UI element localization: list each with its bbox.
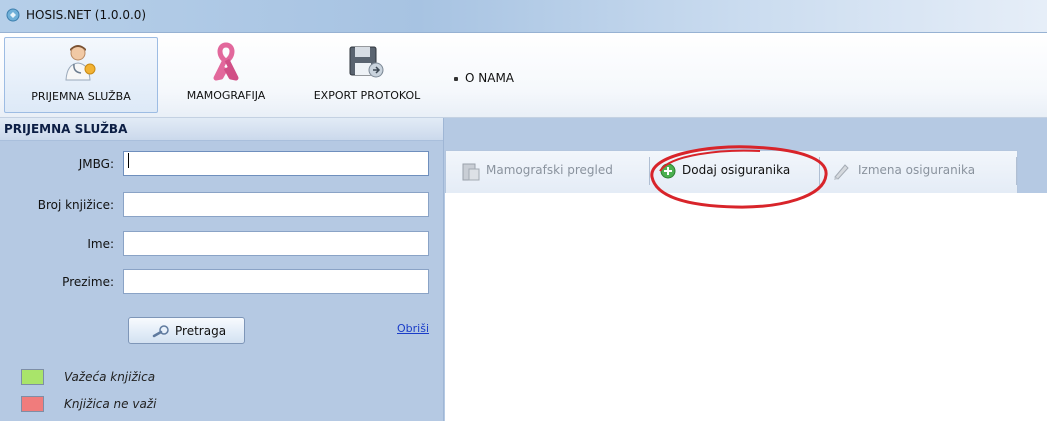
ribbon-label: PRIJEMNA SLUŽBA <box>31 90 131 103</box>
ribbon: PRIJEMNA SLUŽBA MAMOGRAFIJA EXPORT PROTO… <box>0 33 1047 118</box>
mamografski-pregled-button[interactable]: Mamografski pregled <box>486 163 613 177</box>
ribbon-label: MAMOGRAFIJA <box>186 89 266 102</box>
clear-link[interactable]: Obriši <box>397 322 429 335</box>
jmbg-label: JMBG: <box>78 157 114 171</box>
ime-label: Ime: <box>87 237 114 251</box>
ribbon-button-mamografija[interactable]: MAMOGRAFIJA <box>164 37 288 111</box>
broj-knjizice-input[interactable] <box>123 192 429 217</box>
bullet-icon <box>454 76 458 81</box>
valid-card-label: Važeća knjižica <box>64 370 156 384</box>
panel-title: PRIJEMNA SLUŽBA <box>4 122 128 136</box>
search-icon <box>152 325 169 338</box>
ribbon-button-prijemna-sluzba[interactable]: PRIJEMNA SLUŽBA <box>4 37 158 113</box>
export-disk-icon <box>349 46 384 78</box>
prezime-input[interactable] <box>123 269 429 294</box>
panel-header: PRIJEMNA SLUŽBA <box>0 118 443 141</box>
prezime-label: Prezime: <box>62 275 114 289</box>
toolbar-separator <box>1016 157 1017 185</box>
mammography-icon <box>462 163 480 181</box>
izmena-osiguranika-button[interactable]: Izmena osiguranika <box>858 163 975 177</box>
o-nama-menu[interactable]: O NAMA <box>454 71 514 85</box>
results-area <box>445 193 1047 421</box>
ribbon-label: EXPORT PROTOKOL <box>313 89 421 102</box>
window-title: HOSIS.NET (1.0.0.0) <box>26 8 147 22</box>
invalid-card-label: Knjižica ne važi <box>64 397 157 411</box>
app-icon <box>6 8 20 22</box>
search-button-label: Pretraga <box>175 324 227 338</box>
ribbon-button-export-protokol[interactable]: EXPORT PROTOKOL <box>292 37 442 111</box>
o-nama-label: O NAMA <box>465 71 515 85</box>
search-panel: PRIJEMNA SLUŽBA JMBG: Broj knjižice: Ime… <box>0 118 444 421</box>
ime-input[interactable] <box>123 231 429 256</box>
jmbg-input[interactable] <box>123 151 429 176</box>
highlight-circle <box>650 145 828 209</box>
doctor-icon <box>65 45 96 81</box>
search-button[interactable]: Pretraga <box>128 317 245 344</box>
valid-card-swatch <box>21 369 44 385</box>
invalid-card-swatch <box>21 396 44 412</box>
text-caret <box>128 153 129 168</box>
title-bar: HOSIS.NET (1.0.0.0) <box>0 0 1047 33</box>
pink-ribbon-icon <box>213 42 239 81</box>
broj-knjizice-label: Broj knjižice: <box>37 198 114 212</box>
